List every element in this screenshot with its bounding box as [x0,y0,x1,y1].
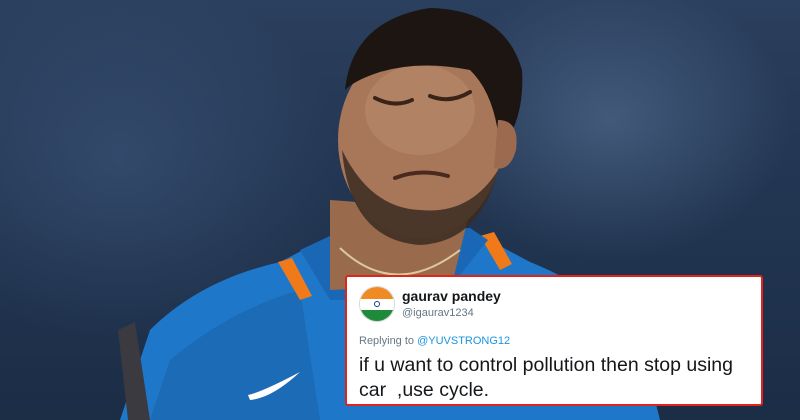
tweet-card: gaurav pandey @igaurav1234 Replying to @… [345,275,763,406]
flag-green-band [360,310,394,321]
replying-to-line: Replying to @YUVSTRONG12 [359,335,510,347]
face-highlight [365,65,475,155]
user-handle[interactable]: @igaurav1234 [402,307,474,319]
display-name[interactable]: gaurav pandey [402,288,501,304]
replying-to-label: Replying to [359,335,418,347]
flag-saffron-band [360,287,394,299]
replying-to-handle-link[interactable]: @YUVSTRONG12 [417,335,510,347]
chakra-icon [374,301,380,307]
tweet-text: if u want to control pollution then stop… [359,354,739,401]
india-flag-avatar[interactable] [359,286,395,322]
